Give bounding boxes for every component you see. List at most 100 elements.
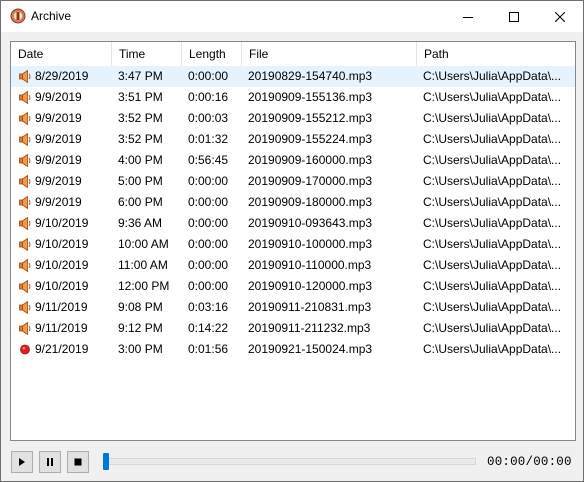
cell-path: C:\Users\Julia\AppData\... [423,174,562,188]
cell-path: C:\Users\Julia\AppData\... [423,90,562,104]
cell-date: 9/9/2019 [35,174,82,188]
player-controls: 00:00/00:00 [1,445,583,479]
cell-length: 0:00:03 [188,111,229,125]
cell-path: C:\Users\Julia\AppData\... [423,111,562,125]
cell-date: 9/9/2019 [35,153,82,167]
table-row[interactable]: 9/11/2019 9:08 PM 0:03:16 20190911-210831.m… [11,297,575,318]
table-row[interactable]: 9/9/2019 3:51 PM 0:00:16 20190909-155136.mp… [11,87,575,108]
column-header-date[interactable]: Date [11,42,112,66]
cell-length: 0:56:45 [188,153,229,167]
cell-length: 0:00:00 [188,279,229,293]
cell-time: 6:00 PM [118,195,163,209]
cell-file: 20190909-180000.mp3 [248,195,373,209]
cell-length: 0:00:16 [188,90,229,104]
pause-icon [47,458,53,466]
cell-file: 20190910-100000.mp3 [248,237,373,251]
pause-button[interactable] [39,451,61,473]
column-header-file[interactable]: File [242,42,417,66]
cell-date: 9/21/2019 [35,342,89,356]
table-row[interactable]: 9/10/2019 9:36 AM 0:00:00 20190910-093643.m… [11,213,575,234]
cell-file: 20190921-150024.mp3 [248,342,373,356]
cell-length: 0:01:32 [188,132,229,146]
table-row[interactable]: 9/10/2019 12:00 PM 0:00:00 20190910-120000.… [11,276,575,297]
maximize-button[interactable] [491,1,537,32]
maximize-icon [509,11,519,22]
cell-date: 9/10/2019 [35,258,89,272]
table-row[interactable]: 9/9/2019 5:00 PM 0:00:00 20190909-170000.mp… [11,171,575,192]
speaker-icon [18,279,33,294]
speaker-icon [18,258,33,273]
cell-length: 0:01:56 [188,342,229,356]
cell-time: 9:12 PM [118,321,163,335]
column-header-length[interactable]: Length [182,42,242,66]
speaker-icon [18,174,33,189]
minimize-button[interactable] [445,1,491,32]
speaker-icon [18,300,33,315]
cell-path: C:\Users\Julia\AppData\... [423,153,562,167]
cell-path: C:\Users\Julia\AppData\... [423,216,562,230]
cell-time: 12:00 PM [118,279,170,293]
cell-file: 20190910-093643.mp3 [248,216,373,230]
cell-file: 20190911-211232.mp3 [248,321,371,335]
cell-file: 20190909-155224.mp3 [248,132,373,146]
table-row[interactable]: 9/9/2019 6:00 PM 0:00:00 20190909-180000.mp… [11,192,575,213]
table-row[interactable]: 9/21/2019 3:00 PM 0:01:56 20190921-150024.m… [11,339,575,360]
archive-window: Archive Date Time Length File Path 8/29/… [0,0,584,482]
cell-time: 9:08 PM [118,300,163,314]
stop-button[interactable] [67,451,89,473]
cell-length: 0:00:00 [188,174,229,188]
cell-length: 0:00:00 [188,237,229,251]
cell-time: 9:36 AM [118,216,163,230]
cell-file: 20190909-160000.mp3 [248,153,373,167]
archive-list[interactable]: Date Time Length File Path 8/29/2019 3:47… [10,41,576,441]
cell-length: 0:14:22 [188,321,229,335]
speaker-icon [18,153,33,168]
cell-path: C:\Users\Julia\AppData\... [423,321,562,335]
cell-file: 20190909-155212.mp3 [248,111,373,125]
cell-time: 3:00 PM [118,342,163,356]
speaker-icon [18,111,33,126]
table-row[interactable]: 8/29/2019 3:47 PM 0:00:00 20190829-154740.m… [11,66,575,87]
cell-length: 0:00:00 [188,258,229,272]
time-display: 00:00/00:00 [487,455,572,469]
cell-time: 10:00 AM [118,237,169,251]
table-row[interactable]: 9/11/2019 9:12 PM 0:14:22 20190911-211232.m… [11,318,575,339]
cell-length: 0:03:16 [188,300,229,314]
seek-slider-thumb[interactable] [103,453,109,470]
cell-path: C:\Users\Julia\AppData\... [423,279,562,293]
column-header-path[interactable]: Path [417,42,575,66]
window-title: Archive [31,9,72,23]
cell-date: 9/10/2019 [35,237,89,251]
cell-time: 3:52 PM [118,132,163,146]
speaker-icon [18,216,33,231]
cell-file: 20190911-210831.mp3 [248,300,372,314]
speaker-icon [18,69,33,84]
cell-time: 3:47 PM [118,69,163,83]
cell-time: 3:52 PM [118,111,163,125]
cell-file: 20190910-110000.mp3 [248,258,372,272]
table-row[interactable]: 9/10/2019 10:00 AM 0:00:00 20190910-100000.… [11,234,575,255]
play-button[interactable] [11,451,33,473]
cell-time: 3:51 PM [118,90,163,104]
stop-icon [74,458,82,466]
title-bar[interactable]: Archive [1,1,583,32]
cell-date: 9/11/2019 [35,300,88,314]
close-button[interactable] [537,1,583,32]
table-row[interactable]: 9/9/2019 4:00 PM 0:56:45 20190909-160000.mp… [11,150,575,171]
cell-path: C:\Users\Julia\AppData\... [423,195,562,209]
table-row[interactable]: 9/9/2019 3:52 PM 0:01:32 20190909-155224.mp… [11,129,575,150]
column-header-time[interactable]: Time [112,42,182,66]
cell-length: 0:00:00 [188,69,229,83]
table-row[interactable]: 9/10/2019 11:00 AM 0:00:00 20190910-110000.… [11,255,575,276]
list-header: Date Time Length File Path [11,42,575,66]
cell-file: 20190909-155136.mp3 [248,90,373,104]
table-row[interactable]: 9/9/2019 3:52 PM 0:00:03 20190909-155212.mp… [11,108,575,129]
cell-date: 9/10/2019 [35,216,89,230]
cell-time: 4:00 PM [118,153,163,167]
speaker-icon [18,90,33,105]
speaker-icon [18,195,33,210]
cell-path: C:\Users\Julia\AppData\... [423,237,562,251]
cell-date: 9/9/2019 [35,195,82,209]
cell-date: 8/29/2019 [35,69,89,83]
seek-track[interactable] [104,458,476,465]
